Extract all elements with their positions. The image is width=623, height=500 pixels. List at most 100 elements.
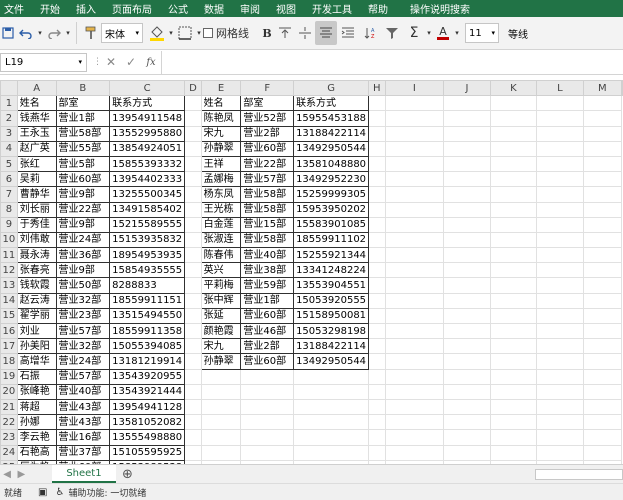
row-header[interactable]: 20: [0, 383, 18, 400]
table-cell[interactable]: [384, 292, 445, 309]
table-cell[interactable]: [384, 155, 445, 173]
table-cell[interactable]: [536, 171, 584, 188]
table-cell[interactable]: [582, 414, 623, 431]
table-cell[interactable]: 营业1部: [240, 292, 295, 309]
table-cell[interactable]: [489, 338, 538, 355]
table-cell[interactable]: 13181219914: [109, 353, 186, 370]
sum-icon[interactable]: Σ: [403, 21, 425, 45]
table-cell[interactable]: [184, 171, 202, 188]
gridlines-checkbox[interactable]: [203, 28, 213, 38]
table-cell[interactable]: [184, 95, 202, 112]
row-header[interactable]: 1: [0, 95, 18, 112]
table-cell[interactable]: [384, 201, 445, 218]
borders-dropdown-icon[interactable]: ▾: [195, 21, 203, 45]
table-cell[interactable]: [184, 155, 202, 173]
table-cell[interactable]: [582, 216, 623, 233]
filter-icon[interactable]: [381, 21, 403, 45]
menu-item[interactable]: 公式: [160, 1, 196, 16]
table-cell[interactable]: [489, 262, 538, 279]
table-cell[interactable]: 营业58部: [240, 186, 295, 203]
table-cell[interactable]: [184, 307, 202, 325]
table-cell[interactable]: [293, 429, 370, 446]
table-cell[interactable]: 李云艳: [16, 429, 57, 446]
table-cell[interactable]: 15055394085: [109, 338, 186, 355]
table-cell[interactable]: [384, 353, 445, 370]
table-cell[interactable]: 8288833: [109, 277, 186, 294]
table-cell[interactable]: [443, 125, 491, 142]
fill-color-icon[interactable]: [147, 21, 167, 45]
next-sheet-icon[interactable]: ▶: [14, 469, 28, 480]
menu-item[interactable]: 视图: [268, 1, 304, 16]
horizontal-scrollbar[interactable]: [535, 468, 623, 480]
table-cell[interactable]: 13954941128: [109, 398, 186, 416]
table-cell[interactable]: [489, 140, 538, 157]
table-cell[interactable]: [184, 444, 202, 461]
row-header[interactable]: 4: [0, 140, 18, 157]
table-cell[interactable]: [184, 216, 202, 233]
table-cell[interactable]: 15158950081: [293, 307, 370, 325]
redo-icon[interactable]: [44, 21, 64, 45]
table-cell[interactable]: [240, 414, 295, 431]
table-cell[interactable]: [536, 322, 584, 340]
table-cell[interactable]: 13581052082: [109, 414, 186, 431]
table-cell[interactable]: [536, 292, 584, 309]
row-header[interactable]: 10: [0, 231, 18, 249]
undo-icon[interactable]: [16, 21, 36, 45]
table-cell[interactable]: 13188422114: [293, 338, 370, 355]
table-cell[interactable]: [293, 383, 370, 400]
table-cell[interactable]: [443, 277, 491, 294]
table-cell[interactable]: [184, 125, 202, 142]
row-header[interactable]: 13: [0, 277, 18, 294]
align-top-icon[interactable]: [275, 21, 295, 45]
table-cell[interactable]: 张淑连: [200, 231, 242, 249]
table-cell[interactable]: 营业2部: [240, 125, 295, 142]
table-cell[interactable]: 13341248224: [293, 262, 370, 279]
table-cell[interactable]: [384, 110, 445, 127]
table-cell[interactable]: [582, 95, 623, 112]
macro-record-icon[interactable]: ▣: [38, 487, 47, 498]
font-size-combo[interactable]: 11 ▾: [465, 23, 499, 43]
sort-icon[interactable]: AZ: [359, 21, 381, 45]
column-header[interactable]: [621, 80, 623, 97]
table-cell[interactable]: 13854924051: [109, 140, 186, 157]
table-cell[interactable]: 蒋超: [16, 398, 57, 416]
table-cell[interactable]: [443, 429, 491, 446]
table-cell[interactable]: [489, 277, 538, 294]
table-cell[interactable]: 15255921344: [293, 247, 370, 264]
table-cell[interactable]: 张红: [16, 155, 57, 173]
table-cell[interactable]: [384, 216, 445, 233]
table-cell[interactable]: 钱燕华: [16, 110, 57, 127]
table-cell[interactable]: [536, 368, 584, 385]
table-cell[interactable]: [384, 231, 445, 249]
indent-icon[interactable]: [337, 21, 359, 45]
table-cell[interactable]: [384, 338, 445, 355]
table-cell[interactable]: 钱软霞: [16, 277, 57, 294]
table-cell[interactable]: 15105595925: [109, 444, 186, 461]
row-header[interactable]: 19: [0, 368, 18, 385]
menu-item[interactable]: 审阅: [232, 1, 268, 16]
table-cell[interactable]: [536, 444, 584, 461]
table-cell[interactable]: 吴莉: [16, 171, 57, 188]
table-cell[interactable]: 平莉梅: [200, 277, 242, 294]
table-cell[interactable]: [443, 247, 491, 264]
table-cell[interactable]: [489, 292, 538, 309]
borders-icon[interactable]: [175, 21, 195, 45]
table-cell[interactable]: [536, 125, 584, 142]
column-header[interactable]: K: [489, 80, 538, 97]
table-cell[interactable]: [582, 292, 623, 309]
table-cell[interactable]: 13188422114: [293, 125, 370, 142]
table-cell[interactable]: [443, 216, 491, 233]
table-cell[interactable]: [536, 429, 584, 446]
column-header[interactable]: B: [55, 80, 111, 97]
table-cell[interactable]: [368, 95, 386, 112]
table-cell[interactable]: [368, 186, 386, 203]
prev-sheet-icon[interactable]: ◀: [0, 469, 14, 480]
table-cell[interactable]: [582, 368, 623, 385]
table-cell[interactable]: 高增华: [16, 353, 57, 370]
sum-dropdown-icon[interactable]: ▾: [425, 21, 433, 45]
table-cell[interactable]: [582, 307, 623, 325]
table-cell[interactable]: [489, 353, 538, 370]
table-cell[interactable]: [293, 398, 370, 416]
table-cell[interactable]: [293, 368, 370, 385]
table-cell[interactable]: [443, 231, 491, 249]
